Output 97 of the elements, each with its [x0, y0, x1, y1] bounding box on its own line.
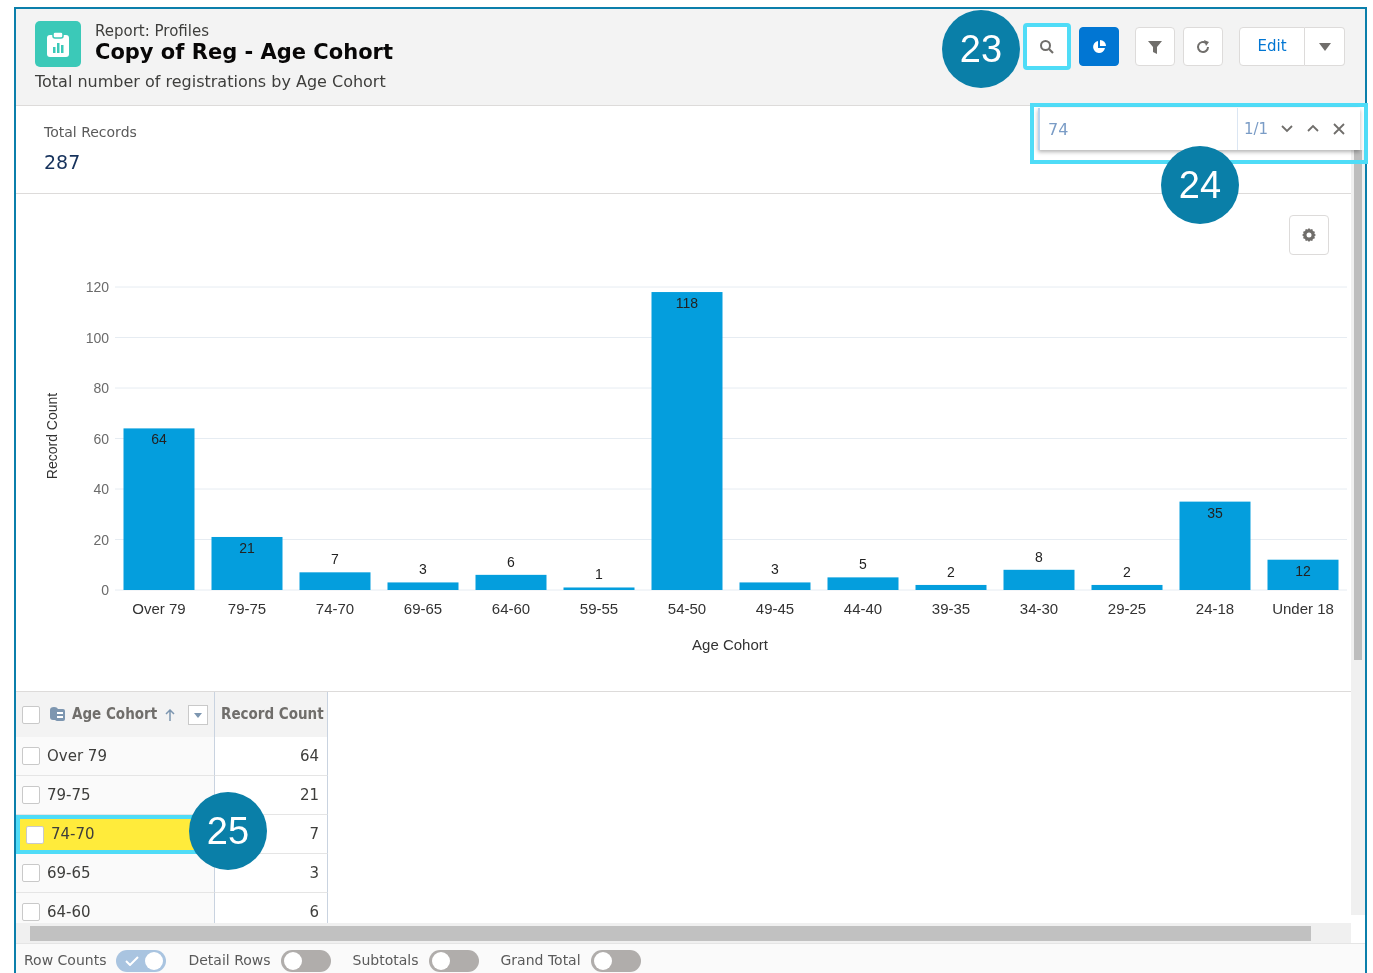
- filter-icon: [1147, 38, 1163, 55]
- group-icon: [47, 705, 67, 724]
- check-icon: [125, 955, 140, 966]
- y-tick-label: 40: [93, 481, 109, 497]
- data-label: 7: [331, 551, 339, 568]
- row-checkbox[interactable]: [22, 903, 40, 921]
- toggle-switch[interactable]: [116, 949, 167, 972]
- x-tick-label: Over 79: [132, 600, 186, 617]
- x-tick-label: 39-35: [931, 600, 971, 617]
- sort-ascending-icon[interactable]: [165, 708, 176, 721]
- find-input[interactable]: 74: [1038, 108, 1238, 150]
- x-tick-label: 24-18: [1195, 600, 1235, 617]
- filter-button[interactable]: [1135, 27, 1175, 66]
- refresh-icon: [1195, 38, 1211, 55]
- x-tick-label: 29-25: [1107, 600, 1147, 617]
- vertical-scrollbar[interactable]: [1351, 150, 1365, 915]
- data-label: 5: [859, 556, 867, 573]
- x-tick-label: 64-60: [491, 600, 531, 617]
- row-label: 74-70: [51, 824, 95, 846]
- horizontal-scrollbar[interactable]: [16, 923, 1351, 943]
- row-checkbox[interactable]: [26, 825, 44, 844]
- summary-value: 287: [44, 150, 81, 175]
- data-label: 21: [239, 539, 255, 556]
- y-tick-label: 80: [93, 380, 109, 396]
- x-tick-label: 69-65: [403, 600, 443, 617]
- caret-icon: [1317, 41, 1332, 52]
- bar: [211, 537, 283, 590]
- bar: [915, 584, 987, 590]
- object-label: Report: Profiles: [95, 23, 210, 40]
- toggle-label: Row Counts: [24, 951, 107, 970]
- data-label: 8: [1035, 548, 1043, 565]
- data-label: 1: [595, 566, 603, 583]
- report-icon: [35, 21, 81, 67]
- data-label: 118: [675, 295, 699, 312]
- row-label: Over 79: [47, 745, 107, 767]
- toggle-switch[interactable]: [280, 949, 331, 972]
- y-tick-label: 100: [85, 329, 109, 346]
- y-tick-label: 20: [93, 531, 109, 548]
- x-tick-label: 74-70: [315, 600, 355, 617]
- data-label: 12: [1295, 562, 1311, 579]
- x-tick-label: 79-75: [227, 600, 267, 617]
- bar: [1267, 559, 1339, 590]
- bar: [827, 577, 899, 590]
- refresh-button[interactable]: [1183, 27, 1223, 66]
- x-tick-label: 54-50: [667, 600, 707, 617]
- chart-button[interactable]: [1079, 27, 1119, 66]
- report-description: Total number of registrations by Age Cohort: [35, 71, 387, 93]
- report-title: Copy of Reg - Age Cohort: [95, 39, 393, 64]
- x-tick-label: Under 18: [1272, 600, 1334, 617]
- toggle-label: Grand Total: [500, 951, 581, 970]
- y-tick-label: 0: [101, 582, 109, 598]
- row-checkbox[interactable]: [22, 747, 40, 765]
- settings-button[interactable]: [1289, 215, 1329, 255]
- bar: [739, 582, 811, 590]
- y-tick-label: 120: [85, 279, 109, 295]
- bar: [387, 582, 459, 590]
- row-checkbox[interactable]: [22, 864, 40, 882]
- row-label: 79-75: [47, 784, 91, 806]
- x-axis-title: Age Cohort: [692, 636, 768, 653]
- x-tick-label: 34-30: [1019, 600, 1059, 617]
- toggle-switch[interactable]: [590, 949, 641, 972]
- pie-chart-icon: [1091, 38, 1107, 55]
- row-label: 69-65: [47, 862, 91, 884]
- toggle-label: Detail Rows: [188, 951, 271, 970]
- search-button[interactable]: [1023, 23, 1071, 70]
- data-label: 2: [1123, 563, 1131, 580]
- table-cell: 64: [215, 737, 328, 776]
- toggle-switch[interactable]: [428, 949, 479, 972]
- bar: [299, 572, 371, 590]
- y-axis-title: Record Count: [44, 392, 60, 480]
- bar: [1091, 584, 1163, 590]
- data-label: 2: [947, 563, 955, 580]
- data-label: 3: [419, 561, 427, 578]
- y-tick-label: 60: [93, 430, 109, 447]
- row-checkbox[interactable]: [22, 786, 40, 804]
- data-label: 64: [151, 431, 167, 448]
- data-label: 3: [771, 561, 779, 578]
- data-label: 35: [1207, 504, 1223, 521]
- toggle-label: Subtotals: [352, 951, 419, 970]
- settings-icon: [1301, 227, 1317, 243]
- match-count: 1/1: [1244, 118, 1269, 140]
- bar: [1003, 569, 1075, 590]
- summary-label: Total Records: [44, 123, 137, 142]
- bar: [475, 574, 547, 590]
- x-tick-label: 59-55: [579, 600, 619, 617]
- search-icon: [1039, 38, 1055, 55]
- bar: [563, 587, 635, 590]
- find-bar[interactable]: 74 1/1: [1038, 108, 1360, 150]
- x-tick-label: 44-40: [843, 600, 883, 617]
- column-menu-icon[interactable]: [188, 704, 208, 725]
- dropdown-button[interactable]: [1305, 27, 1345, 66]
- select-all-checkbox[interactable]: [22, 705, 40, 724]
- edit-button[interactable]: Edit: [1239, 27, 1305, 66]
- data-label: 6: [507, 553, 515, 570]
- close-icon: [1332, 122, 1347, 136]
- x-tick-label: 49-45: [755, 600, 795, 617]
- row-label: 64-60: [47, 901, 91, 923]
